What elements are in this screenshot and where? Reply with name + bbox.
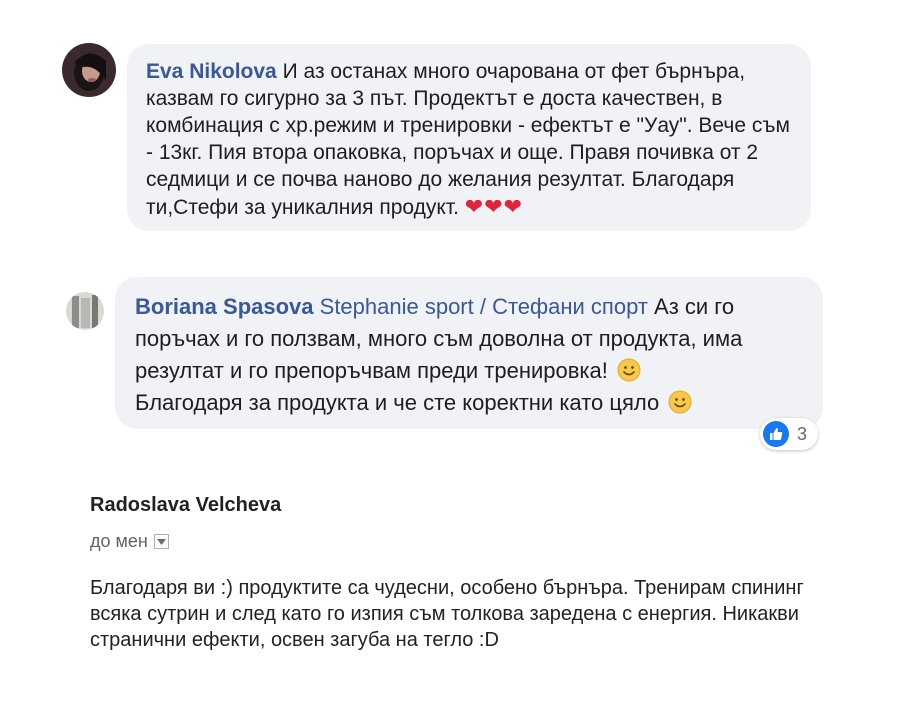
email-recipient-label: до мен xyxy=(90,531,148,551)
email-recipient-row: до мен xyxy=(90,531,169,552)
avatar-boriana-spasova[interactable] xyxy=(66,292,104,330)
recipient-details-dropdown[interactable] xyxy=(153,534,169,549)
avatar-image xyxy=(66,292,104,330)
email-body-text: Благодаря ви :) продуктите са чудесни, о… xyxy=(90,577,804,651)
mentioned-page-link[interactable]: Stephanie sport / Стефани спорт xyxy=(320,294,648,319)
chevron-down-icon xyxy=(156,538,166,545)
reaction-summary[interactable]: 3 xyxy=(760,418,818,450)
avatar-image xyxy=(62,43,116,97)
smile-emoji-icon xyxy=(668,390,692,414)
comment-bubble-eva: Eva Nikolova И аз останах много очарован… xyxy=(127,44,811,231)
reaction-count: 3 xyxy=(797,423,808,444)
comment-bubble-boriana: Boriana Spasova Stephanie sport / Стефан… xyxy=(115,277,823,429)
email-sender-name: Radoslava Velcheva xyxy=(90,494,282,516)
smile-emoji-icon xyxy=(617,358,641,382)
avatar-eva-nikolova[interactable] xyxy=(62,43,116,97)
comment-author-name[interactable]: Eva Nikolova xyxy=(146,60,277,83)
comment-text-continued: Благодаря за продукта и че сте коректни … xyxy=(135,390,660,415)
like-icon xyxy=(763,421,789,447)
heart-emoji-icon: ❤❤❤ xyxy=(464,194,524,219)
comment-author-name[interactable]: Boriana Spasova xyxy=(135,294,314,319)
